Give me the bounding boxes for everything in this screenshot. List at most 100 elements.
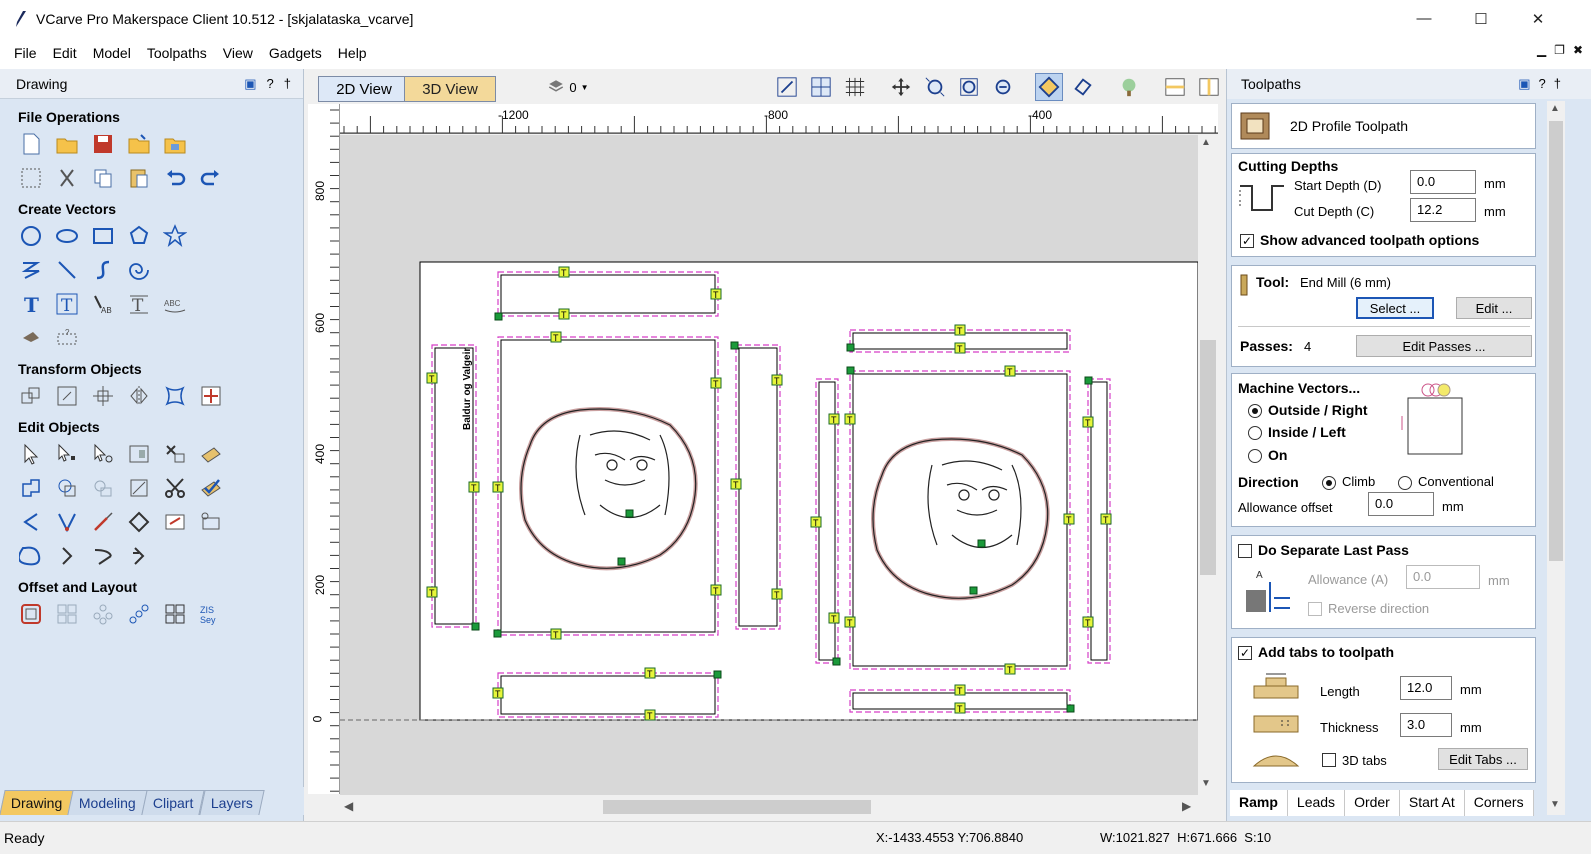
start-depth-input[interactable]: 0.0 bbox=[1410, 170, 1476, 194]
mdi-minimize-icon[interactable]: ▁ bbox=[1537, 43, 1546, 57]
smooth-icon[interactable] bbox=[126, 509, 152, 535]
arc-icon[interactable] bbox=[90, 543, 116, 569]
bend-text-icon[interactable]: T bbox=[126, 291, 152, 317]
intersect-icon[interactable] bbox=[90, 475, 116, 501]
menu-toolpaths[interactable]: Toolpaths bbox=[139, 45, 215, 61]
layer-dropdown[interactable]: 0 ▼ bbox=[545, 73, 591, 101]
draw-polyline-icon[interactable] bbox=[18, 257, 44, 283]
nesting-icon[interactable] bbox=[162, 601, 188, 627]
tab-3d-view[interactable]: 3D View bbox=[404, 76, 496, 102]
edit-tabs-button[interactable]: Edit Tabs ... bbox=[1438, 748, 1528, 770]
paste-icon[interactable] bbox=[126, 165, 152, 191]
menu-view[interactable]: View bbox=[215, 45, 261, 61]
split-horizontal-icon[interactable] bbox=[1161, 73, 1189, 101]
import-bitmap-icon[interactable] bbox=[162, 131, 188, 157]
conventional-radio[interactable] bbox=[1398, 476, 1412, 490]
scissors-icon[interactable] bbox=[162, 475, 188, 501]
angle-icon[interactable] bbox=[18, 509, 44, 535]
climb-radio[interactable] bbox=[1322, 476, 1336, 490]
mdi-close-icon[interactable]: ✖ bbox=[1573, 43, 1583, 57]
set-size-icon[interactable] bbox=[54, 383, 80, 409]
menu-help[interactable]: Help bbox=[330, 45, 375, 61]
draw-circle-icon[interactable] bbox=[18, 223, 44, 249]
mdi-restore-icon[interactable]: ❐ bbox=[1554, 43, 1565, 57]
tab-layers[interactable]: Layers bbox=[198, 790, 265, 815]
zoom-material-icon[interactable] bbox=[807, 73, 835, 101]
scroll-down-icon[interactable]: ▼ bbox=[1550, 799, 1560, 810]
open-file-icon[interactable] bbox=[54, 131, 80, 157]
panel-autohide-icon[interactable]: † bbox=[1554, 76, 1561, 92]
interactive-select-icon[interactable] bbox=[90, 441, 116, 467]
node-edit-icon[interactable] bbox=[54, 441, 80, 467]
tab-ramp[interactable]: Ramp bbox=[1230, 790, 1288, 816]
scroll-down-icon[interactable]: ▼ bbox=[1201, 778, 1211, 789]
draw-text-icon[interactable]: T bbox=[18, 291, 44, 317]
undo-icon[interactable] bbox=[162, 165, 188, 191]
draw-star-icon[interactable] bbox=[162, 223, 188, 249]
panel-help-icon[interactable]: ? bbox=[1539, 76, 1546, 92]
scroll-left-icon[interactable]: ◀ bbox=[344, 799, 353, 813]
new-file-icon[interactable] bbox=[18, 131, 44, 157]
tab-corners[interactable]: Corners bbox=[1464, 790, 1534, 816]
cut-icon[interactable] bbox=[54, 165, 80, 191]
offset-vectors-icon[interactable] bbox=[18, 601, 44, 627]
tab-leads[interactable]: Leads bbox=[1287, 790, 1346, 816]
panel-pin-icon[interactable]: ▣ bbox=[244, 76, 256, 92]
outside-right-radio[interactable] bbox=[1248, 404, 1262, 418]
minimize-button[interactable]: — bbox=[1395, 0, 1453, 37]
split-vertical-icon[interactable] bbox=[1195, 73, 1223, 101]
menu-model[interactable]: Model bbox=[85, 45, 139, 61]
cut-depth-input[interactable]: 12.2 bbox=[1410, 198, 1476, 222]
tab-modeling[interactable]: Modeling bbox=[67, 790, 148, 815]
zoom-in-icon[interactable] bbox=[921, 73, 949, 101]
text-on-curve-icon[interactable]: AB bbox=[90, 291, 116, 317]
tab-drawing[interactable]: Drawing bbox=[0, 790, 75, 815]
close-vector-icon[interactable] bbox=[54, 543, 80, 569]
curve-fit-icon[interactable] bbox=[18, 543, 44, 569]
draw-rectangle-icon[interactable] bbox=[90, 223, 116, 249]
scroll-up-icon[interactable]: ▲ bbox=[1201, 137, 1211, 148]
validate-icon[interactable] bbox=[198, 475, 224, 501]
edit-bitmap-icon[interactable] bbox=[126, 441, 152, 467]
job-setup-icon[interactable] bbox=[18, 165, 44, 191]
circular-array-icon[interactable] bbox=[90, 601, 116, 627]
separate-last-pass-checkbox[interactable] bbox=[1238, 544, 1252, 558]
fit-text-icon[interactable]: ZIS Sey bbox=[198, 601, 224, 627]
horizontal-scrollbar[interactable]: ◀ ▶ bbox=[340, 796, 1198, 818]
text-arc-icon[interactable]: ABC bbox=[162, 291, 188, 317]
menu-edit[interactable]: Edit bbox=[45, 45, 85, 61]
draw-curve-icon[interactable] bbox=[90, 257, 116, 283]
show-toolpaths-icon[interactable] bbox=[1069, 73, 1097, 101]
vertical-scroll-thumb[interactable] bbox=[1200, 340, 1216, 575]
last-pass-allowance-input[interactable]: 0.0 bbox=[1406, 565, 1480, 589]
fillet-tool-icon[interactable] bbox=[54, 509, 80, 535]
allowance-offset-input[interactable]: 0.0 bbox=[1368, 492, 1434, 516]
panel-pin-icon[interactable]: ▣ bbox=[1518, 76, 1530, 92]
copy-along-vectors-icon[interactable] bbox=[126, 601, 152, 627]
fillet-icon[interactable] bbox=[126, 475, 152, 501]
tab-length-input[interactable]: 12.0 bbox=[1400, 676, 1452, 700]
close-button[interactable]: ✕ bbox=[1509, 0, 1567, 37]
select-icon[interactable] bbox=[18, 441, 44, 467]
vertical-scrollbar[interactable]: ▲ ▼ bbox=[1198, 135, 1218, 795]
drawing-canvas[interactable]: Baldur og Valgeir TTTTTTTTTTTTTTTTTTTTTT… bbox=[340, 135, 1198, 795]
tab-order[interactable]: Order bbox=[1345, 790, 1400, 816]
maximize-button[interactable]: ☐ bbox=[1452, 0, 1510, 37]
snap-icon[interactable] bbox=[198, 383, 224, 409]
panel-autohide-icon[interactable]: † bbox=[284, 76, 291, 92]
draw-spiral-icon[interactable] bbox=[126, 257, 152, 283]
draw-polygon-icon[interactable] bbox=[126, 223, 152, 249]
scroll-up-icon[interactable]: ▲ bbox=[1550, 103, 1560, 114]
menu-gadgets[interactable]: Gadgets bbox=[261, 45, 330, 61]
panel-scrollbar[interactable]: ▲ ▼ bbox=[1547, 101, 1565, 815]
draw-ellipse-icon[interactable] bbox=[54, 223, 80, 249]
subtract-icon[interactable] bbox=[54, 475, 80, 501]
scroll-right-icon[interactable]: ▶ bbox=[1182, 799, 1191, 813]
convert-icon[interactable] bbox=[198, 441, 224, 467]
draw-line-icon[interactable] bbox=[54, 257, 80, 283]
save-icon[interactable] bbox=[90, 131, 116, 157]
on-radio[interactable] bbox=[1248, 449, 1262, 463]
dimension-icon[interactable] bbox=[18, 325, 44, 351]
offset-edit-icon[interactable] bbox=[162, 509, 188, 535]
zoom-out-icon[interactable] bbox=[989, 73, 1017, 101]
